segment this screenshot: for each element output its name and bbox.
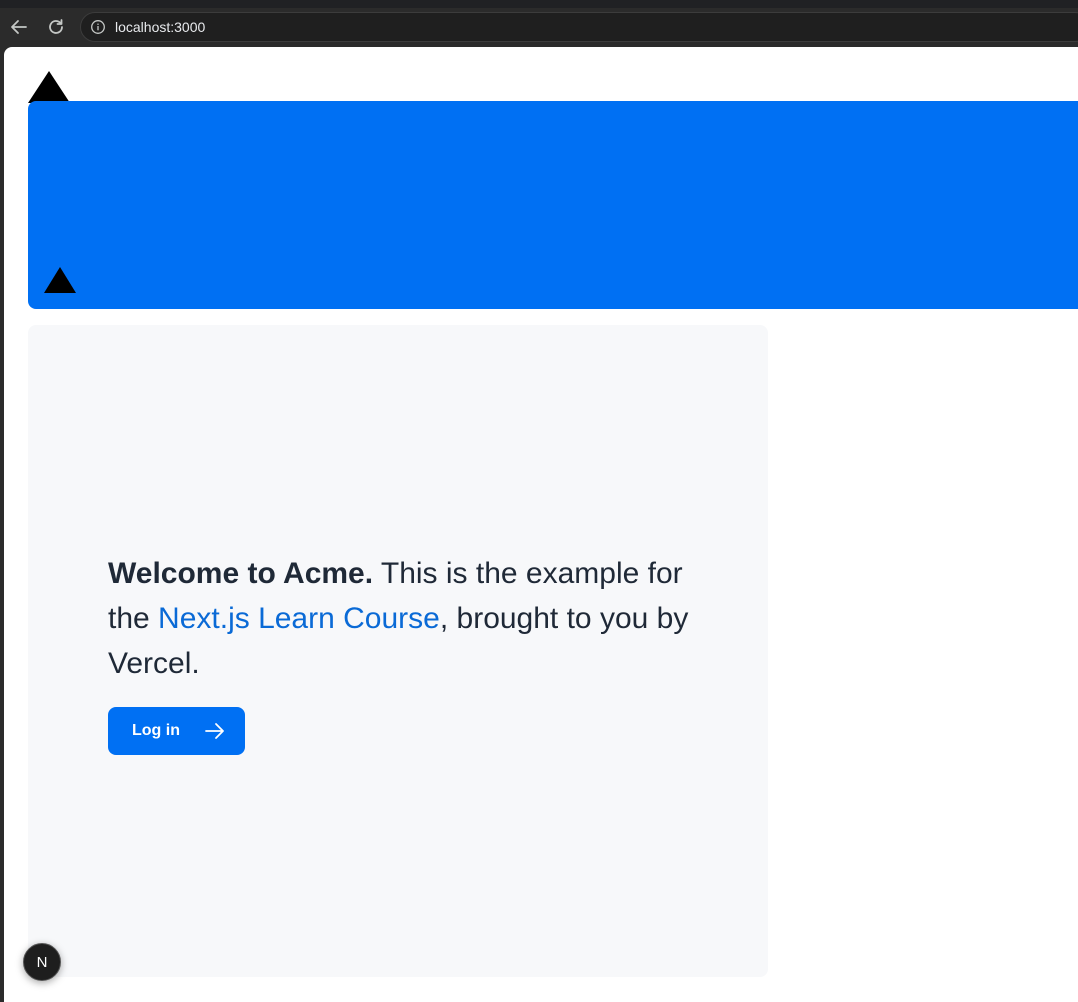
info-icon[interactable]: [90, 19, 106, 35]
address-url: localhost:3000: [115, 19, 206, 35]
triangle-logo-icon: [28, 71, 70, 103]
login-button[interactable]: Log in: [108, 707, 245, 755]
arrow-left-icon: [11, 20, 27, 34]
address-bar[interactable]: localhost:3000: [80, 12, 1078, 42]
login-button-label: Log in: [132, 722, 180, 739]
hero-banner: [28, 101, 1078, 309]
back-button[interactable]: [6, 14, 32, 40]
nextjs-dev-indicator-label: N: [36, 953, 48, 971]
reload-button[interactable]: [43, 14, 69, 40]
arrow-right-icon: [204, 722, 226, 740]
page-viewport: Welcome to Acme. This is the example for…: [4, 47, 1078, 1002]
triangle-logo-icon: [44, 267, 76, 293]
browser-toolbar: localhost:3000: [0, 8, 1078, 46]
welcome-heading: Welcome to Acme.: [108, 557, 374, 590]
welcome-card: Welcome to Acme. This is the example for…: [28, 325, 768, 977]
reload-icon: [49, 19, 63, 34]
nextjs-dev-indicator[interactable]: N: [23, 943, 61, 981]
nextjs-course-link[interactable]: Next.js Learn Course: [158, 602, 440, 635]
welcome-message: Welcome to Acme. This is the example for…: [108, 551, 708, 686]
browser-tab-strip: [0, 0, 1078, 8]
